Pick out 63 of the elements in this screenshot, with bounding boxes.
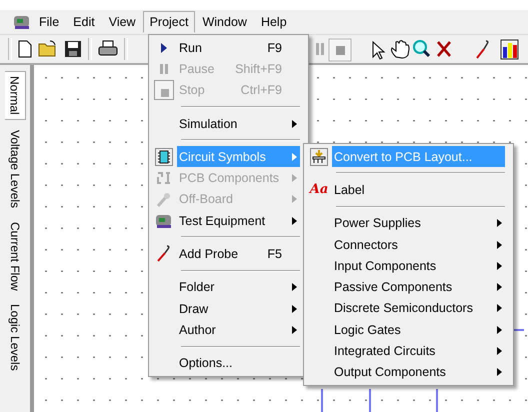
submenu-arrow-icon [496, 240, 502, 249]
bar-chart-icon[interactable] [500, 40, 518, 60]
text-icon: Aa [310, 182, 328, 198]
menu-item[interactable]: Input Components [306, 255, 511, 276]
side-tab[interactable]: Normal [4, 71, 26, 120]
menu-item[interactable]: Output Components [306, 362, 511, 383]
submenu-arrow-icon [292, 195, 296, 204]
submenu-arrow-icon [292, 283, 296, 292]
pause-icon [160, 64, 168, 74]
board-icon [310, 148, 328, 166]
probe-icon [156, 245, 172, 264]
submenu-arrow-icon [292, 216, 296, 225]
print-icon[interactable] [98, 40, 118, 58]
pointer-icon[interactable] [372, 40, 386, 60]
side-tab[interactable]: Logic Levels [5, 300, 25, 376]
submenu-arrow-icon [496, 283, 502, 292]
menu-title[interactable]: Help [254, 11, 294, 33]
open-folder-icon[interactable] [38, 40, 58, 58]
submenu-arrow-icon [292, 152, 296, 161]
pcb-icon [156, 171, 172, 186]
probe-icon[interactable] [476, 40, 488, 59]
menu-item[interactable]: Folder [151, 276, 306, 298]
submenu-arrow-icon [292, 326, 296, 334]
menu-title[interactable]: File [32, 11, 66, 33]
menu-item[interactable]: Logic Gates [306, 319, 511, 340]
menu-item[interactable]: Add Probe F5 [151, 243, 306, 265]
chip-icon [155, 148, 173, 166]
submenu-arrow-icon [292, 120, 296, 128]
new-file-icon[interactable] [18, 40, 32, 58]
stop-icon [154, 80, 174, 100]
submenu-arrow-icon [292, 304, 296, 313]
menu-item[interactable]: Connectors [306, 234, 511, 256]
menu-title[interactable]: Edit [66, 11, 102, 33]
side-tab[interactable]: Voltage Levels [5, 126, 25, 212]
menu-item[interactable]: Integrated Circuits [306, 340, 511, 362]
submenu-arrow-icon [292, 174, 296, 182]
submenu-arrow-icon [496, 219, 502, 228]
submenu-arrow-icon [496, 326, 502, 334]
submenu-arrow-icon [496, 262, 502, 270]
menu-title[interactable]: Window [195, 11, 254, 33]
side-tab[interactable]: Current Flow [5, 218, 25, 294]
app-icon[interactable] [12, 13, 32, 31]
search-icon[interactable] [413, 40, 430, 58]
menu-item[interactable]: Options... [151, 352, 306, 374]
probe-icon [156, 191, 172, 208]
menu-title[interactable]: View [102, 11, 143, 33]
menu-item[interactable]: Draw [151, 298, 306, 320]
submenu-arrow-icon [496, 368, 502, 376]
play-icon [160, 42, 168, 53]
menu-item[interactable]: Author [151, 319, 306, 341]
menu-item[interactable]: Passive Components [306, 276, 511, 298]
hand-icon[interactable] [391, 40, 410, 58]
menu-item[interactable]: Aa Label [306, 179, 511, 201]
menu-title[interactable]: Project [142, 11, 196, 33]
submenu-arrow-icon [496, 347, 502, 356]
menu-item[interactable]: Simulation [151, 112, 306, 134]
stop-icon[interactable] [328, 38, 352, 62]
save-icon[interactable] [64, 40, 82, 58]
menu-item[interactable]: Test Equipment [151, 210, 306, 232]
menu-item[interactable]: Discrete Semiconductors [306, 298, 511, 320]
submenu-arrow-icon [496, 304, 502, 312]
delete-icon[interactable] [436, 40, 452, 58]
menu-item[interactable]: Power Supplies [306, 212, 511, 234]
